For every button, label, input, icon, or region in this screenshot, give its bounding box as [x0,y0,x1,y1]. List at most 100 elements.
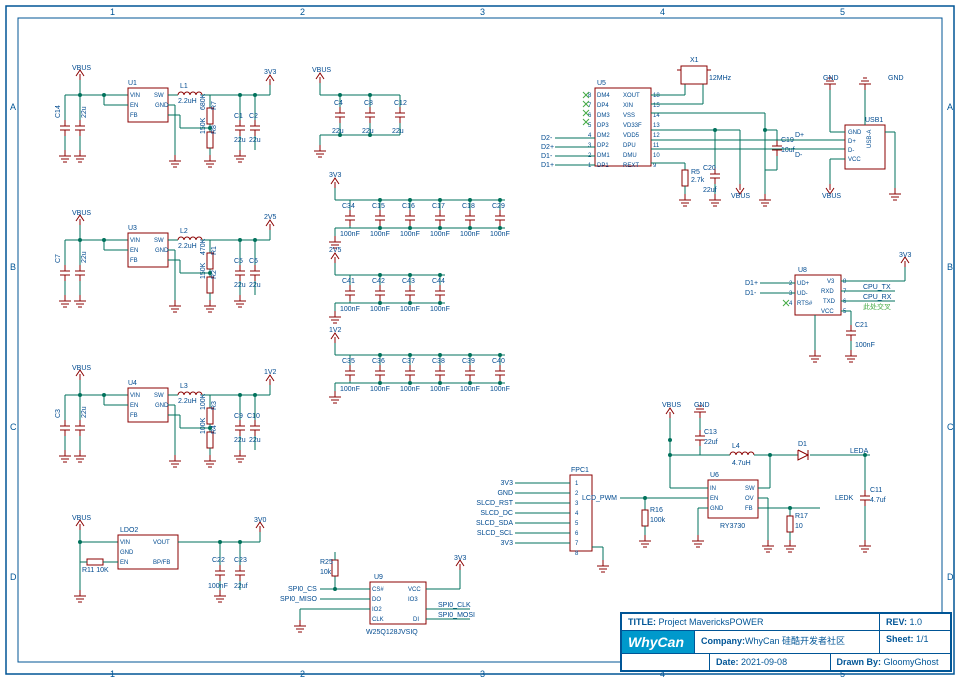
svg-text:RY3730: RY3730 [720,523,745,530]
svg-text:VCC: VCC [848,157,861,163]
svg-text:C37: C37 [402,358,415,365]
svg-text:VIN: VIN [130,238,140,244]
svg-text:VBUS: VBUS [72,515,91,522]
svg-text:DP1: DP1 [597,163,609,169]
svg-text:D+: D+ [795,132,804,139]
svg-text:VIN: VIN [130,393,140,399]
date-value: 2021-09-08 [741,657,787,667]
svg-text:4.7uf: 4.7uf [870,497,886,504]
svg-text:C40: C40 [492,358,505,365]
svg-text:C44: C44 [432,278,445,285]
svg-text:FB: FB [130,113,138,119]
svg-text:10: 10 [653,153,660,159]
svg-text:2: 2 [300,669,305,679]
svg-text:3: 3 [575,501,579,507]
svg-text:10uf: 10uf [781,147,795,154]
svg-text:USB-A: USB-A [867,130,873,148]
svg-text:4: 4 [660,7,665,17]
svg-text:DP4: DP4 [597,103,609,109]
svg-text:UD+: UD+ [797,281,810,287]
buck1-block: VBUS C14 22u U1 VIN SW EN GND FB L1 2.2u… [55,65,277,167]
svg-text:GND: GND [888,75,904,82]
svg-text:D2+: D2+ [541,144,554,151]
svg-text:C8: C8 [364,100,373,107]
svg-text:VCC: VCC [821,309,834,315]
svg-text:DI: DI [413,617,419,623]
svg-text:B: B [947,262,953,272]
svg-text:VBUS: VBUS [731,193,750,200]
uart-block: U8 UD+ UD- RTS# V3 RXD TXD VCC 234 8765 … [745,252,912,362]
svg-text:VOUT: VOUT [153,540,170,546]
svg-text:C2: C2 [249,113,258,120]
drawn-label: Drawn By: [837,657,882,667]
svg-text:DM4: DM4 [597,93,610,99]
svg-text:RTS#: RTS# [797,301,813,307]
svg-text:DP3: DP3 [597,123,609,129]
svg-text:SLCD_SCL: SLCD_SCL [477,530,513,537]
rev-label: REV: [886,617,907,627]
svg-text:D: D [947,572,954,582]
svg-text:C10: C10 [247,413,260,420]
svg-text:EN: EN [130,103,138,109]
svg-text:OV: OV [745,496,754,502]
vbus-caps: VBUS C422u C822u C1222u [312,67,407,157]
spi-flash-block: U9 W25Q128JVSIQ CS#VCC DOIO3 IO2 CLKDI S… [280,552,475,636]
svg-text:DM2: DM2 [597,133,610,139]
svg-text:5: 5 [840,7,845,17]
usb-hub-block: U5 DM48DP47DM36DP35DM24DP23DM12DP11XOUT1… [541,57,904,206]
svg-text:U8: U8 [798,267,807,274]
svg-text:22uf: 22uf [234,583,248,590]
svg-text:GND: GND [497,490,513,497]
svg-text:FB: FB [130,258,138,264]
svg-text:C3: C3 [55,409,62,418]
svg-text:EN: EN [130,248,138,254]
fpc-block: FPC1 3V31GND2SLCD_RST3SLCD_DC4SLCD_SDA5S… [476,467,609,572]
svg-text:D-: D- [795,152,803,159]
svg-text:L4: L4 [732,443,740,450]
svg-text:VBUS: VBUS [72,210,91,217]
svg-text:2V5: 2V5 [264,214,277,221]
svg-text:2: 2 [575,491,579,497]
svg-text:C42: C42 [372,278,385,285]
svg-text:GND: GND [823,75,839,82]
svg-text:C35: C35 [342,358,355,365]
svg-text:R17: R17 [795,513,808,520]
svg-text:12MHz: 12MHz [709,75,732,82]
svg-text:22u: 22u [249,282,261,289]
svg-text:R11 10K: R11 10K [82,567,109,574]
svg-text:GND: GND [155,248,169,254]
svg-text:VDD5: VDD5 [623,133,640,139]
svg-text:C4: C4 [334,100,343,107]
svg-text:100nF: 100nF [370,386,390,393]
buck3-block: VBUS C322u U4 VINSWENGNDFB L32.2uH R3100… [55,365,277,467]
svg-text:C16: C16 [402,203,415,210]
sheet-value: 1/1 [916,634,929,644]
svg-text:VIN: VIN [130,93,140,99]
svg-text:100K: 100K [200,417,207,434]
svg-text:3V3: 3V3 [501,480,514,487]
svg-text:22u: 22u [332,128,344,135]
svg-text:4: 4 [789,301,793,307]
svg-text:U4: U4 [128,380,137,387]
date-label: Date: [716,657,739,667]
svg-text:22u: 22u [81,106,88,118]
bank-1v2-caps: C35100nFC36100nFC37100nFC38100nFC39100nF… [340,353,510,393]
svg-text:GND: GND [710,506,724,512]
svg-text:SW: SW [154,93,164,99]
svg-text:BP/FB: BP/FB [153,560,170,566]
svg-text:22u: 22u [249,437,261,444]
svg-text:LDO2: LDO2 [120,527,138,534]
svg-text:R8: R8 [211,125,218,134]
svg-text:100nF: 100nF [490,231,510,238]
svg-text:此处交叉: 此处交叉 [863,302,891,311]
svg-text:10k: 10k [320,569,332,576]
svg-text:VBUS: VBUS [312,67,331,74]
svg-text:SLCD_RST: SLCD_RST [476,500,513,507]
svg-text:R5: R5 [691,169,700,176]
svg-text:8: 8 [575,551,579,557]
svg-text:V3: V3 [827,279,835,285]
svg-text:C36: C36 [372,358,385,365]
svg-text:22u: 22u [234,137,246,144]
svg-text:C22: C22 [212,557,225,564]
svg-text:100nF: 100nF [490,386,510,393]
